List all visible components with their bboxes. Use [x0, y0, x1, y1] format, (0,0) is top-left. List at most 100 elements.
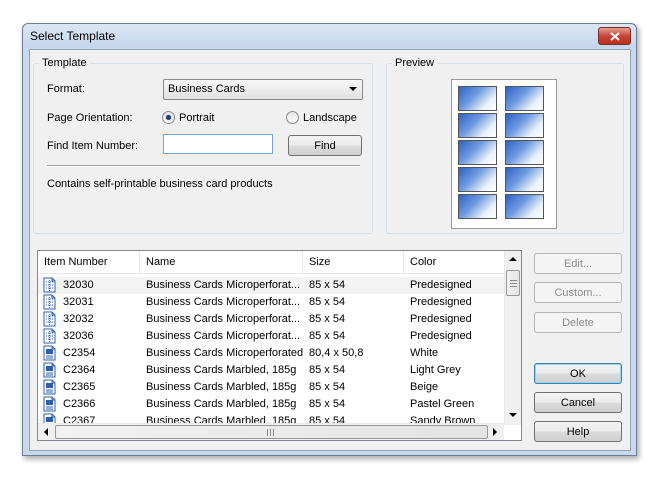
preview-page	[451, 79, 557, 229]
cell-item-number: 32032	[63, 313, 94, 325]
format-dropdown[interactable]: Business Cards	[163, 79, 363, 100]
column-name[interactable]: Name	[140, 251, 303, 273]
card-doc-icon	[43, 362, 56, 378]
format-label: Format:	[47, 83, 85, 95]
landscape-radio[interactable]	[286, 111, 299, 124]
template-legend: Template	[42, 57, 87, 69]
cell-color: Predesigned	[410, 296, 472, 308]
find-item-label: Find Item Number:	[47, 140, 139, 152]
cell-size: 85 x 54	[309, 364, 346, 376]
cell-color: Beige	[410, 381, 439, 393]
preview-card	[458, 113, 497, 138]
custom-button[interactable]: Custom...	[534, 282, 622, 303]
chevron-down-icon	[349, 87, 357, 91]
cell-name: Business Cards Microperforat...	[146, 279, 301, 291]
cell-color: Pastel Green	[410, 398, 475, 410]
preview-card	[505, 194, 544, 219]
portrait-label[interactable]: Portrait	[179, 112, 214, 124]
table-row[interactable]: 32031 Business Cards Microperforat... 85 x…	[38, 294, 504, 311]
close-icon	[609, 31, 620, 41]
perforated-doc-icon	[43, 277, 56, 293]
cell-item-number: C2354	[63, 347, 96, 359]
table-row[interactable]: C2354 Business Cards Microperforated 80,4 …	[38, 345, 504, 362]
column-size[interactable]: Size	[303, 251, 404, 273]
template-separator	[47, 165, 360, 167]
scroll-down-arrow-icon[interactable]	[509, 413, 517, 417]
table-row[interactable]: 32030 Business Cards Microperforat... 85 x…	[38, 277, 504, 294]
orientation-label: Page Orientation:	[47, 112, 133, 124]
close-button[interactable]	[598, 27, 631, 45]
thumb-grip-h	[267, 429, 275, 436]
cell-color: Predesigned	[410, 313, 472, 325]
cell-item-number: 32030	[63, 279, 94, 291]
cell-item-number: C2366	[63, 398, 96, 410]
scroll-right-arrow-icon[interactable]	[493, 428, 497, 436]
preview-card	[505, 86, 544, 111]
cell-item-number: C2365	[63, 381, 96, 393]
horizontal-scroll-thumb[interactable]	[55, 425, 488, 439]
cell-name: Business Cards Microperforat...	[146, 313, 301, 325]
find-button[interactable]: Find	[288, 135, 362, 156]
cell-name: Business Cards Microperforat...	[146, 330, 301, 342]
table-row[interactable]: C2364 Business Cards Marbled, 185g 85 x 54…	[38, 362, 504, 379]
table-row[interactable]: C2365 Business Cards Marbled, 185g 85 x 54…	[38, 379, 504, 396]
cell-size: 85 x 54	[309, 296, 346, 308]
dialog-client-area: Template Format: Business Cards Page Ori…	[29, 49, 631, 451]
vertical-scrollbar[interactable]	[504, 251, 521, 425]
cell-name: Business Cards Marbled, 185g	[146, 398, 297, 410]
preview-card	[505, 167, 544, 192]
perforated-doc-icon	[43, 328, 56, 344]
card-doc-icon	[43, 396, 56, 412]
find-item-input[interactable]	[163, 134, 273, 154]
cell-item-number: 32036	[63, 330, 94, 342]
column-color[interactable]: Color	[404, 251, 504, 273]
cell-size: 85 x 54	[309, 313, 346, 325]
list-header: Item Number Name Size Color	[38, 251, 504, 274]
help-button[interactable]: Help	[534, 421, 622, 442]
cell-color: Predesigned	[410, 330, 472, 342]
cell-color: Predesigned	[410, 279, 472, 291]
template-description: Contains self-printable business card pr…	[47, 178, 273, 190]
cell-size: 80,4 x 50,8	[309, 347, 364, 359]
preview-card	[458, 167, 497, 192]
table-row[interactable]: 32032 Business Cards Microperforat... 85 x…	[38, 311, 504, 328]
title-bar[interactable]: Select Template	[23, 24, 636, 48]
column-item-number[interactable]: Item Number	[38, 251, 140, 273]
window-title: Select Template	[30, 29, 116, 43]
portrait-radio[interactable]	[162, 111, 175, 124]
preview-card	[458, 140, 497, 165]
ok-button[interactable]: OK	[534, 363, 622, 384]
scroll-left-arrow-icon[interactable]	[44, 428, 48, 436]
edit-button[interactable]: Edit...	[534, 253, 622, 274]
select-template-dialog: Select Template Template Format: Busines…	[22, 23, 637, 456]
scroll-up-arrow-icon[interactable]	[509, 257, 517, 261]
horizontal-scrollbar[interactable]	[38, 423, 504, 440]
table-row[interactable]: C2366 Business Cards Marbled, 185g 85 x 54…	[38, 396, 504, 413]
format-value: Business Cards	[168, 83, 246, 95]
delete-button[interactable]: Delete	[534, 312, 622, 333]
perforated-doc-icon	[43, 294, 56, 310]
cell-name: Business Cards Marbled, 185g	[146, 381, 297, 393]
perforated-doc-icon	[43, 311, 56, 327]
card-doc-icon	[43, 379, 56, 395]
thumb-grip	[510, 279, 517, 287]
preview-card	[458, 194, 497, 219]
card-doc-icon	[43, 345, 56, 361]
table-row[interactable]: 32036 Business Cards Microperforat... 85 x…	[38, 328, 504, 345]
cell-color: White	[410, 347, 439, 359]
template-list[interactable]: Item Number Name Size Color 32030 Busines…	[37, 250, 522, 441]
cell-item-number: 32031	[63, 296, 94, 308]
cell-size: 85 x 54	[309, 279, 346, 291]
vertical-scroll-thumb[interactable]	[506, 270, 520, 296]
cell-size: 85 x 54	[309, 330, 346, 342]
landscape-label[interactable]: Landscape	[303, 112, 357, 124]
cancel-button[interactable]: Cancel	[534, 392, 622, 413]
cell-color: Light Grey	[410, 364, 461, 376]
cell-name: Business Cards Microperforat...	[146, 296, 301, 308]
cell-size: 85 x 54	[309, 398, 346, 410]
preview-card	[458, 86, 497, 111]
cell-name: Business Cards Marbled, 185g	[146, 364, 297, 376]
preview-card	[505, 140, 544, 165]
cell-name: Business Cards Microperforated	[146, 347, 304, 359]
cell-item-number: C2364	[63, 364, 96, 376]
